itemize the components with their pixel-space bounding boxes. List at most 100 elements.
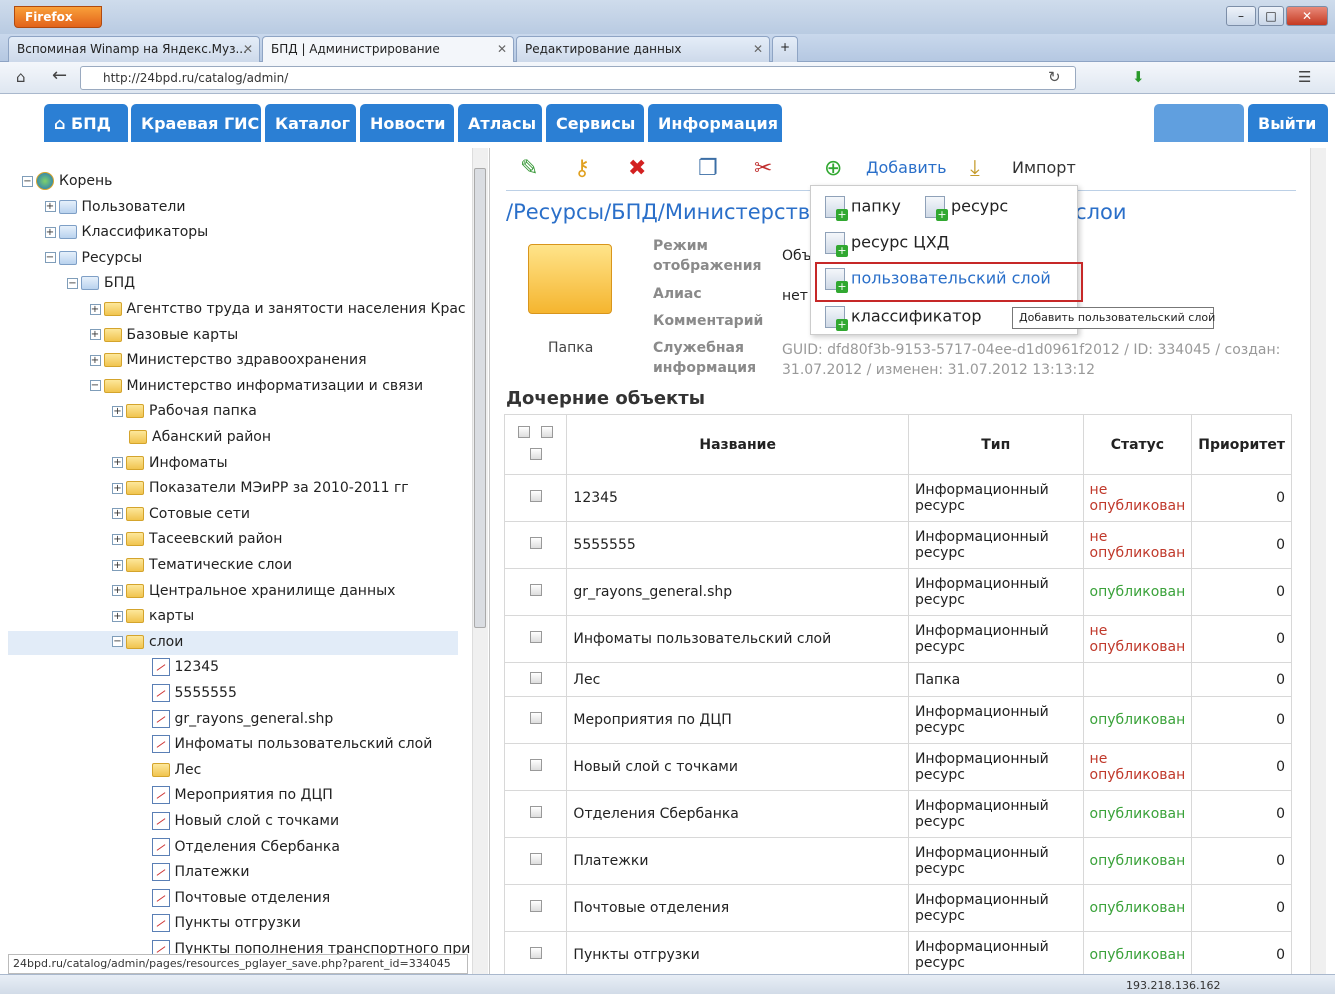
tree-node[interactable]: gr_rayons_general.shp	[135, 708, 333, 732]
table-row[interactable]: Инфоматы пользовательский слой Информацио…	[503, 615, 1292, 663]
tree-node[interactable]: + Базовые карты	[89, 324, 238, 348]
row-name[interactable]: Новый слой с точками	[566, 743, 909, 791]
tree-node[interactable]: Новый слой с точками	[135, 810, 339, 834]
delete-icon[interactable]: ✖	[628, 156, 646, 181]
row-name[interactable]: 12345	[566, 474, 909, 522]
table-row[interactable]: 5555555 Информационный ресурс не опубликов…	[503, 521, 1292, 569]
add-classifier-item[interactable]: классификатор	[825, 306, 982, 331]
import-icon[interactable]: ⤓	[970, 156, 980, 181]
tree-node[interactable]: + Рабочая папка	[112, 400, 257, 424]
row-checkbox[interactable]	[529, 490, 542, 502]
tree-node[interactable]: + Министерство здравоохранения	[89, 349, 367, 373]
tree-node[interactable]: Почтовые отделения	[135, 887, 330, 911]
tree-expander-icon[interactable]: +	[112, 533, 123, 545]
menu-atlases[interactable]: Атласы	[458, 104, 542, 142]
select-all-checkbox[interactable]	[518, 425, 531, 438]
row-checkbox[interactable]	[529, 853, 542, 865]
url-input[interactable]: http://24bpd.ru/catalog/admin/	[80, 66, 1076, 90]
tree-expander-icon[interactable]: −	[67, 277, 78, 289]
tree-node[interactable]: + Тематические слои	[112, 554, 292, 578]
tab-winamp[interactable]: Вспоминая Winamp на Яндекс.Муз... ✕	[8, 36, 260, 62]
tree-node[interactable]: − БПД	[67, 272, 135, 296]
row-checkbox[interactable]	[529, 759, 542, 771]
row-checkbox[interactable]	[529, 947, 542, 959]
menu-catalog[interactable]: Каталог	[265, 104, 356, 142]
col-name[interactable]: Название	[566, 414, 909, 475]
tree-node[interactable]: − Ресурсы	[44, 247, 142, 271]
table-row[interactable]: Мероприятия по ДЦП Информационный ресурс о…	[503, 696, 1292, 744]
menu-information[interactable]: Информация	[648, 104, 782, 142]
table-row[interactable]: Лес Папка 0	[503, 662, 1292, 697]
tree-scrollbar-thumb[interactable]	[474, 168, 486, 628]
tree-node[interactable]: 12345	[135, 656, 219, 680]
tree-node[interactable]: Пункты отгрузки	[135, 912, 301, 936]
tree-expander-icon[interactable]: +	[112, 405, 123, 417]
tree-expander-icon[interactable]: +	[89, 329, 101, 341]
tree-expander-icon[interactable]: +	[112, 482, 123, 494]
reload-icon[interactable]: ↻	[1048, 68, 1061, 86]
tree-node[interactable]: + Сотовые сети	[112, 503, 250, 527]
tree-node[interactable]: − Корень	[22, 170, 112, 194]
table-row[interactable]: Платежки Информационный ресурс опубликован…	[503, 837, 1292, 885]
tree-node[interactable]: + Пользователи	[44, 196, 185, 220]
tree-node[interactable]: + Показатели МЭиРР за 2010-2011 гг	[112, 477, 409, 501]
addon-icon[interactable]: ☰	[1298, 68, 1311, 86]
back-arrow-icon[interactable]: ←	[52, 65, 67, 86]
tree-node[interactable]: Лес	[135, 759, 201, 783]
tree-expander-icon[interactable]: −	[89, 380, 101, 392]
tree-node[interactable]: Абанский район	[112, 426, 271, 450]
close-tab-icon[interactable]: ✕	[497, 42, 507, 56]
tree-expander-icon[interactable]: +	[89, 354, 101, 366]
col-status[interactable]: Статус	[1082, 414, 1193, 475]
row-name[interactable]: Отделения Сбербанка	[566, 790, 909, 838]
home-icon[interactable]: ⌂	[16, 68, 26, 86]
move-icon[interactable]: ❐	[698, 156, 718, 181]
tree-node[interactable]: Инфоматы пользовательский слой	[135, 733, 432, 757]
tree-node[interactable]: Мероприятия по ДЦП	[135, 784, 333, 808]
row-checkbox[interactable]	[529, 584, 542, 596]
table-row[interactable]: 12345 Информационный ресурс не опубликован…	[503, 474, 1292, 522]
close-tab-icon[interactable]: ✕	[753, 42, 763, 56]
invert-selection-checkbox[interactable]	[529, 447, 542, 460]
cut-icon[interactable]: ✂	[754, 156, 772, 181]
row-name[interactable]: 5555555	[566, 521, 909, 569]
row-name[interactable]: Пункты отгрузки	[566, 931, 909, 974]
col-type[interactable]: Тип	[907, 414, 1084, 475]
table-row[interactable]: Почтовые отделения Информационный ресурс о…	[503, 884, 1292, 932]
firefox-menu-button[interactable]: Firefox	[14, 6, 102, 28]
table-row[interactable]: Отделения Сбербанка Информационный ресурс…	[503, 790, 1292, 838]
tree-node[interactable]: + Тасеевский район	[112, 528, 282, 552]
row-checkbox[interactable]	[529, 537, 542, 549]
row-name[interactable]: Почтовые отделения	[566, 884, 909, 932]
row-checkbox[interactable]	[529, 671, 542, 684]
row-checkbox[interactable]	[529, 806, 542, 818]
tree-expander-icon[interactable]: +	[112, 457, 123, 469]
row-name[interactable]: Инфоматы пользовательский слой	[566, 615, 909, 663]
tree-node[interactable]: + Агентство труда и занятости населения К…	[89, 298, 466, 322]
table-row[interactable]: Пункты отгрузки Информационный ресурс опуб…	[503, 931, 1292, 974]
tree-node[interactable]: Отделения Сбербанка	[135, 836, 340, 860]
tree-node[interactable]: + Классификаторы	[44, 221, 208, 245]
menu-bpd[interactable]: ⌂ БПД	[44, 104, 128, 142]
row-name[interactable]: Лес	[566, 662, 909, 697]
add-icon[interactable]: ⊕	[824, 156, 842, 181]
maximize-icon[interactable]: □	[1258, 6, 1284, 26]
col-priority[interactable]: Приоритет	[1191, 414, 1292, 475]
add-folder-item[interactable]: папку	[825, 196, 901, 221]
row-checkbox[interactable]	[529, 631, 542, 643]
tree-expander-icon[interactable]: +	[89, 303, 101, 315]
row-checkbox[interactable]	[529, 712, 542, 724]
row-name[interactable]: gr_rayons_general.shp	[566, 568, 909, 616]
tree-expander-icon[interactable]: −	[44, 252, 56, 264]
tree-expander-icon[interactable]: +	[44, 201, 56, 213]
tree-expander-icon[interactable]: +	[112, 585, 123, 597]
row-checkbox[interactable]	[529, 900, 542, 912]
close-tab-icon[interactable]: ✕	[243, 42, 253, 56]
tree-node[interactable]: + Инфоматы	[112, 452, 228, 476]
tree-node[interactable]: 5555555	[135, 682, 237, 706]
breadcrumb-path[interactable]: /Ресурсы/БПД/Министерство	[506, 200, 823, 224]
new-tab-button[interactable]: +	[772, 36, 798, 62]
tree-expander-icon[interactable]: +	[112, 559, 123, 571]
tree-node[interactable]: Платежки	[135, 861, 250, 885]
import-button[interactable]: Импорт	[1012, 158, 1076, 177]
